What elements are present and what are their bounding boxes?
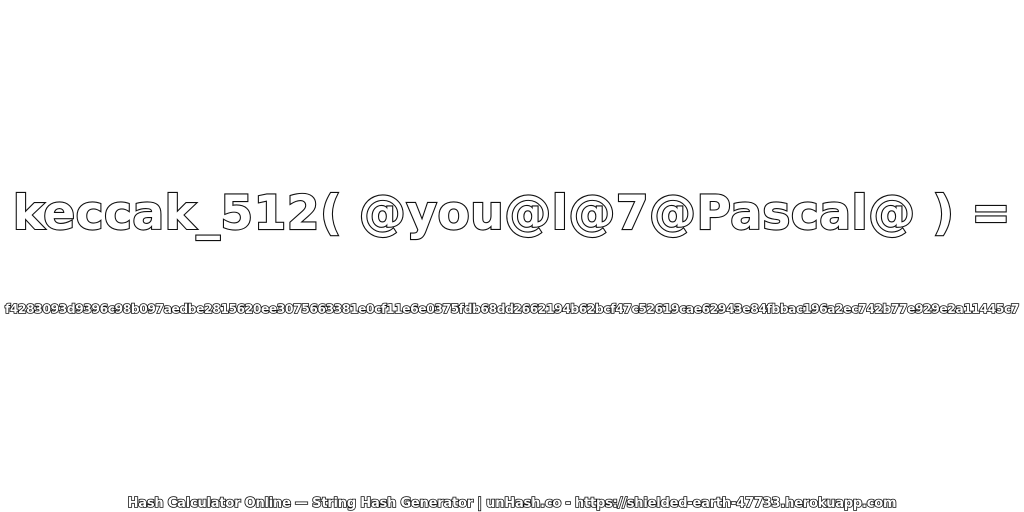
site-footer-credit: Hash Calculator Online — String Hash Gen… <box>127 495 898 512</box>
hash-value-text: f4283093d9396c98b097aedbe2815620ee307566… <box>4 301 1020 317</box>
hash-expression-heading: keccak_512( @you@l@7@Pascal@ ) = <box>12 185 1012 242</box>
hash-result-image: keccak_512( @you@l@7@Pascal@ ) = f428309… <box>0 0 1024 512</box>
